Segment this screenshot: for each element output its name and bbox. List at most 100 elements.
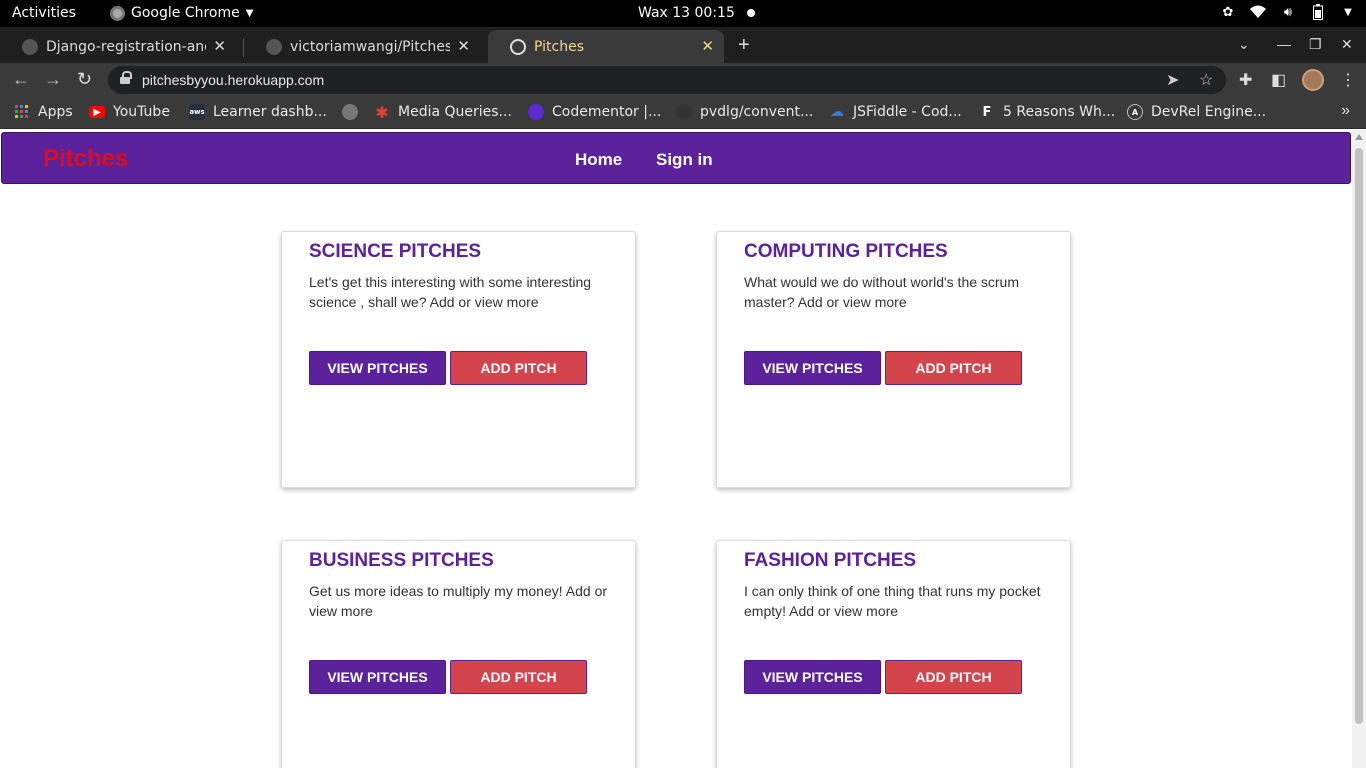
card-title: BUSINESS PITCHES	[309, 550, 494, 571]
card-business: BUSINESS PITCHES Get us more ideas to mu…	[281, 540, 636, 768]
codementor-icon	[528, 104, 544, 120]
cloud-icon: ☁	[830, 104, 844, 120]
devrel-icon: A	[1127, 104, 1143, 120]
view-pitches-button[interactable]: VIEW PITCHES	[744, 351, 881, 385]
new-tab-button[interactable]: +	[738, 34, 750, 57]
close-icon[interactable]: ✕	[701, 37, 714, 55]
url-text[interactable]: pitchesbyyou.herokuapp.com	[142, 72, 324, 88]
menu-icon[interactable]: ⋮	[1340, 70, 1356, 90]
forward-icon[interactable]: →	[44, 69, 62, 90]
minimize-icon[interactable]: —	[1277, 36, 1291, 52]
aws-icon: aws	[189, 104, 205, 120]
tab-search-icon[interactable]: ⌄	[1238, 36, 1250, 53]
bookmark-label: Apps	[38, 104, 73, 120]
reload-icon[interactable]: ↻	[77, 69, 92, 90]
github-icon	[22, 38, 38, 55]
tab-victoriamwangi-pitches[interactable]: victoriamwangi/Pitches: T ✕	[244, 30, 480, 63]
side-panel-icon[interactable]: ◧	[1271, 70, 1286, 90]
globe-icon	[342, 104, 358, 120]
tab-title: victoriamwangi/Pitches: T	[290, 38, 450, 55]
card-text: What would we do without world's the scr…	[744, 274, 1020, 310]
close-window-icon[interactable]: ✕	[1341, 36, 1353, 53]
add-pitch-button[interactable]: ADD PITCH	[450, 351, 587, 385]
nav-sign-in-link[interactable]: Sign in	[656, 150, 713, 170]
activities-button[interactable]: Activities	[12, 5, 76, 21]
bookmark-label: Codementor |...	[552, 104, 662, 120]
site-navbar: Pitches Home Sign in	[1, 132, 1351, 184]
card-text: Get us more ideas to multiply my money! …	[309, 583, 608, 619]
asterisk-icon: ✱	[375, 102, 389, 122]
bookmark-globe[interactable]	[342, 104, 358, 120]
card-fashion: FASHION PITCHES I can only think of one …	[716, 540, 1071, 768]
bookmark-codementor[interactable]: Codementor |...	[528, 104, 661, 120]
page-viewport: Pitches Home Sign in SCIENCE PITCHES Let…	[0, 130, 1352, 768]
bookmark-label: JSFiddle - Cod...	[853, 104, 962, 120]
bookmark-5-reasons[interactable]: F 5 Reasons Wh...	[979, 104, 1116, 120]
bookmark-jsfiddle[interactable]: ☁ JSFiddle - Cod...	[829, 104, 962, 120]
bookmark-youtube[interactable]: ▶ YouTube	[89, 104, 170, 120]
view-pitches-button[interactable]: VIEW PITCHES	[309, 660, 446, 694]
volume-icon: 🔊︎	[1283, 4, 1293, 20]
notification-dot-icon	[746, 9, 755, 17]
system-top-bar: Activities Google Chrome ▼ Wax 13 00:15 …	[0, 0, 1366, 27]
globe-icon	[510, 38, 526, 55]
power-caret-icon: ▼	[1344, 6, 1352, 18]
tab-pitches[interactable]: Pitches ✕	[488, 30, 724, 63]
bookmark-media-queries[interactable]: ✱ Media Queries...	[374, 102, 512, 122]
card-title: SCIENCE PITCHES	[309, 241, 482, 262]
card-science: SCIENCE PITCHES Let's get this interesti…	[281, 231, 636, 488]
bookmark-learner-dashboard[interactable]: aws Learner dashb...	[189, 104, 327, 120]
bookmark-label: DevRel Engine...	[1151, 104, 1267, 120]
bookmark-label: pvdlg/convent...	[700, 104, 814, 120]
bookmark-label: Media Queries...	[398, 104, 512, 120]
youtube-icon: ▶	[89, 106, 105, 118]
add-pitch-button[interactable]: ADD PITCH	[885, 660, 1022, 694]
bookmark-apps[interactable]: Apps	[14, 104, 73, 120]
view-pitches-button[interactable]: VIEW PITCHES	[309, 351, 446, 385]
card-computing: COMPUTING PITCHES What would we do witho…	[716, 231, 1071, 488]
scroll-up-arrow-icon[interactable]	[1355, 134, 1363, 140]
battery-icon	[1310, 4, 1326, 20]
github-icon	[676, 104, 692, 120]
add-pitch-button[interactable]: ADD PITCH	[450, 660, 587, 694]
apps-grid-icon	[14, 104, 30, 120]
browser-toolbar: ← → ↻ pitchesbyyou.herokuapp.com ➤ ☆ ✚ ◧…	[0, 63, 1366, 97]
f-icon: F	[982, 104, 992, 120]
address-bar[interactable]: pitchesbyyou.herokuapp.com ➤ ☆	[108, 66, 1226, 94]
page-scrollbar[interactable]	[1352, 130, 1366, 768]
extensions-icon[interactable]: ✚	[1239, 70, 1252, 90]
restore-icon[interactable]: ❐	[1309, 36, 1322, 53]
nav-home-link[interactable]: Home	[575, 150, 622, 170]
profile-avatar[interactable]	[1302, 69, 1324, 91]
view-pitches-button[interactable]: VIEW PITCHES	[744, 660, 881, 694]
bookmark-label: YouTube	[113, 104, 170, 120]
tab-django-registration[interactable]: Django-registration-and-l ✕	[0, 30, 236, 63]
add-pitch-button[interactable]: ADD PITCH	[885, 351, 1022, 385]
bookmark-label: 5 Reasons Wh...	[1003, 104, 1116, 120]
clock-text: Wax 13 00:15	[638, 5, 735, 21]
back-icon[interactable]: ←	[12, 69, 30, 90]
brand-logo[interactable]: Pitches	[43, 145, 128, 173]
wifi-icon	[1250, 4, 1266, 20]
slack-icon: ✿	[1222, 4, 1234, 20]
star-icon[interactable]: ☆	[1199, 70, 1213, 90]
bookmark-devrel[interactable]: A DevRel Engine...	[1127, 104, 1266, 120]
tab-title: Pitches	[534, 38, 584, 55]
card-text: Let's get this interesting with some int…	[309, 274, 592, 310]
app-name: Google Chrome	[131, 5, 240, 21]
close-icon[interactable]: ✕	[213, 37, 226, 55]
close-icon[interactable]: ✕	[457, 37, 470, 55]
clock[interactable]: Wax 13 00:15	[638, 5, 755, 21]
caret-down-icon: ▼	[245, 7, 254, 19]
send-icon[interactable]: ➤	[1166, 70, 1179, 90]
system-tray[interactable]: ✿ 🔊︎ ▼	[1220, 4, 1356, 20]
more-bookmarks-icon[interactable]: »	[1341, 102, 1350, 120]
scrollbar-thumb[interactable]	[1355, 148, 1363, 724]
bookmarks-bar: Apps ▶ YouTube aws Learner dashb... ✱ Me…	[0, 97, 1366, 129]
tab-strip: Django-registration-and-l ✕ victoriamwan…	[0, 27, 1366, 63]
github-icon	[266, 38, 282, 55]
bookmark-pvdlg[interactable]: pvdlg/convent...	[676, 104, 813, 120]
chrome-icon	[110, 5, 125, 21]
card-text: I can only think of one thing that runs …	[744, 583, 1041, 619]
app-menu[interactable]: Google Chrome ▼	[110, 5, 253, 21]
